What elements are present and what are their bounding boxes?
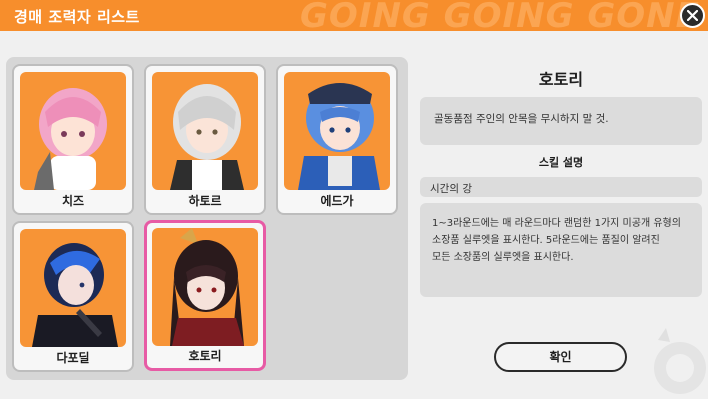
helper-portrait-cheese (20, 72, 126, 190)
header-watermark: GOING GOING GONE (300, 0, 700, 31)
helper-portrait-hathor (152, 72, 258, 190)
corner-decoration-icon (654, 328, 706, 394)
skill-desc-line: 모든 소장품의 실루엣을 표시한다. (432, 252, 574, 263)
helper-name: 하토르 (188, 194, 222, 208)
skill-desc-line: 1~3라운드에는 매 라운드마다 랜덤한 1가지 미공개 유형의 (432, 218, 681, 229)
helper-name: 치즈 (61, 194, 85, 208)
skill-desc-line: 소장품 실루엣을 표시한다. 5라운드에는 품질이 알려진 (432, 235, 660, 246)
helper-card-daffodil[interactable]: 다포딜 (12, 221, 134, 372)
detail-description: 골동품점 주인의 안목을 무시하지 말 것. (420, 97, 702, 145)
helper-card-edgar[interactable]: 에드가 (276, 64, 398, 215)
page-title: 경매 조력자 리스트 (14, 8, 140, 26)
helper-card-hathor[interactable]: 하토르 (144, 64, 266, 215)
close-button[interactable] (680, 3, 705, 28)
helper-card-hotori[interactable]: 호토리 (144, 220, 266, 371)
helper-portrait-hotori (152, 228, 258, 346)
helper-portrait-edgar (284, 72, 390, 190)
skill-name: 시간의 강 (420, 177, 702, 197)
helper-name: 에드가 (320, 194, 354, 208)
close-icon (687, 10, 698, 21)
skill-heading: 스킬 설명 (538, 156, 584, 169)
confirm-button[interactable]: 확인 (494, 342, 627, 372)
helper-name: 다포딜 (56, 351, 90, 365)
helper-name: 호토리 (188, 349, 222, 363)
header-bar: GOING GOING GONE 경매 조력자 리스트 (0, 0, 708, 31)
helper-portrait-daffodil (20, 229, 126, 347)
detail-name: 호토리 (538, 70, 584, 89)
helper-card-cheese[interactable]: 치즈 (12, 64, 134, 215)
skill-description: 1~3라운드에는 매 라운드마다 랜덤한 1가지 미공개 유형의 소장품 실루엣… (420, 203, 702, 297)
